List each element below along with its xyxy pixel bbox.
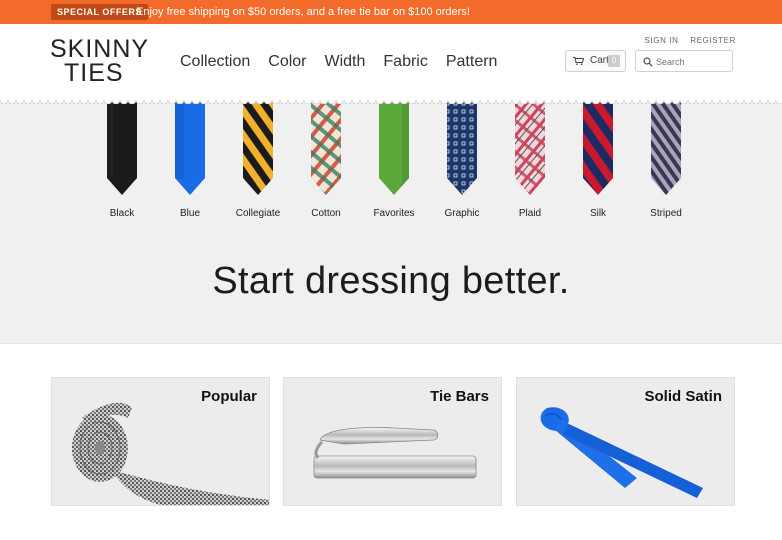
search-box xyxy=(635,50,733,72)
category-blue[interactable]: Blue xyxy=(159,100,221,224)
category-striped[interactable]: Striped xyxy=(635,100,697,224)
nav-item-collection[interactable]: Collection xyxy=(180,52,250,72)
tie-category-row: Black Blue Collegiate Cotton Favorites G… xyxy=(0,100,782,230)
card-title: Tie Bars xyxy=(430,388,489,405)
category-cotton[interactable]: Cotton xyxy=(295,100,357,224)
site-header: SKINNY TIES Collection Color Width Fabri… xyxy=(0,24,782,100)
category-label: Striped xyxy=(650,208,682,219)
nav-item-pattern[interactable]: Pattern xyxy=(446,52,498,72)
black-tie-icon xyxy=(107,100,137,195)
nav-item-fabric[interactable]: Fabric xyxy=(383,52,427,72)
nav-item-width[interactable]: Width xyxy=(325,52,366,72)
cart-label: Cart xyxy=(590,55,609,66)
graphic-tie-icon xyxy=(447,100,477,195)
cart-count-badge: 0 xyxy=(608,55,620,67)
category-silk[interactable]: Silk xyxy=(567,100,629,224)
sign-in-link[interactable]: SIGN IN xyxy=(644,36,678,45)
cart-button[interactable]: Cart 0 xyxy=(565,50,626,72)
blue-tie-icon xyxy=(175,100,205,195)
category-black[interactable]: Black xyxy=(91,100,153,224)
nav-item-color[interactable]: Color xyxy=(268,52,306,72)
hero-section: Black Blue Collegiate Cotton Favorites G… xyxy=(0,100,782,344)
register-link[interactable]: REGISTER xyxy=(690,36,736,45)
category-favorites[interactable]: Favorites xyxy=(363,100,425,224)
plaid-tie-icon xyxy=(515,100,545,195)
promo-text: Enjoy free shipping on $50 orders, and a… xyxy=(136,6,470,18)
logo[interactable]: SKINNY TIES xyxy=(50,37,148,87)
logo-line1: SKINNY xyxy=(50,35,150,63)
account-links: SIGN IN REGISTER xyxy=(635,36,736,45)
search-icon xyxy=(643,57,653,67)
main-nav: Collection Color Width Fabric Pattern xyxy=(180,52,515,72)
scalloped-divider xyxy=(0,96,782,104)
logo-line2: TIES xyxy=(64,59,124,87)
card-solid-satin[interactable]: Solid Satin xyxy=(516,377,735,506)
collegiate-tie-icon xyxy=(243,100,273,195)
silk-tie-icon xyxy=(583,100,613,195)
special-offers-badge[interactable]: Special Offers xyxy=(51,4,148,20)
category-plaid[interactable]: Plaid xyxy=(499,100,561,224)
striped-tie-icon xyxy=(651,100,681,195)
category-collegiate[interactable]: Collegiate xyxy=(227,100,289,224)
cart-icon xyxy=(573,57,584,65)
promo-bar: Special Offers Enjoy free shipping on $5… xyxy=(0,0,782,24)
category-graphic[interactable]: Graphic xyxy=(431,100,493,224)
hero-headline: Start dressing better. xyxy=(212,260,570,302)
favorites-tie-icon xyxy=(379,100,409,195)
card-popular[interactable]: Popular xyxy=(51,377,270,506)
card-title: Popular xyxy=(201,388,257,405)
search-input[interactable] xyxy=(656,54,728,69)
card-tie-bars[interactable]: Tie Bars xyxy=(283,377,502,506)
card-title: Solid Satin xyxy=(644,388,722,405)
cotton-tie-icon xyxy=(311,100,341,195)
